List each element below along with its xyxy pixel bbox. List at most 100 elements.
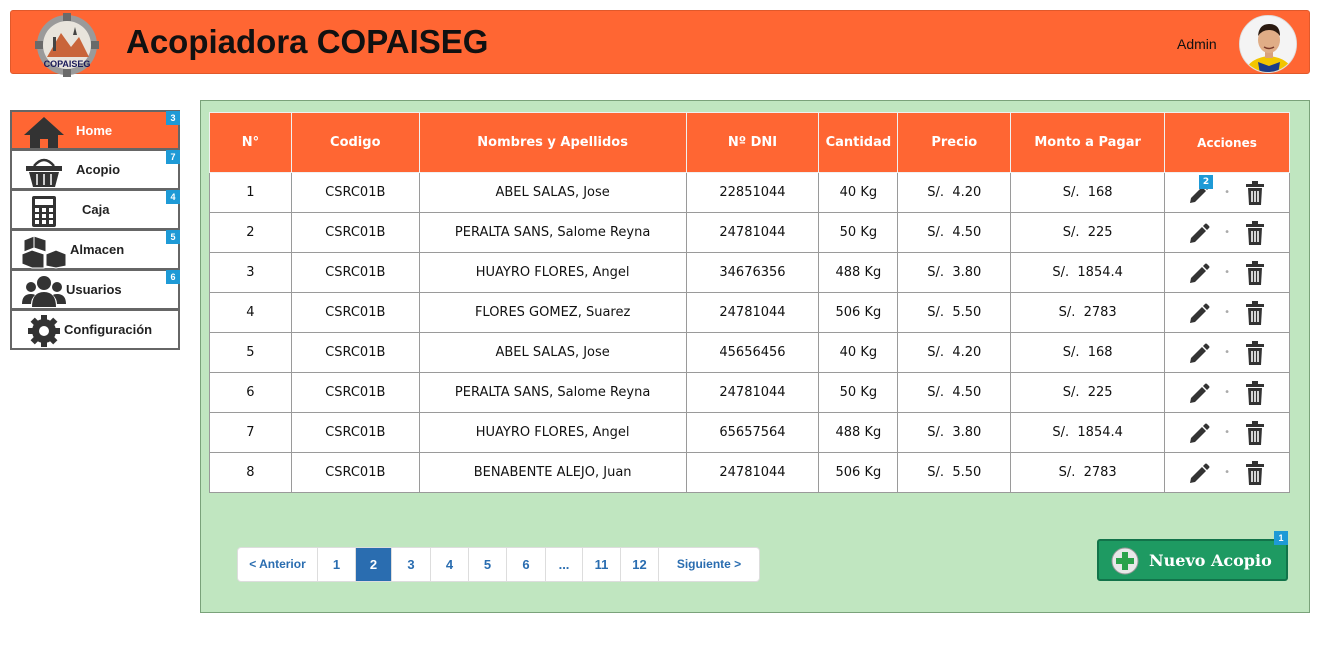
row-cantidad: 506 Kg — [818, 292, 899, 333]
sidebar-item-usuarios[interactable]: Usuarios 6 — [10, 270, 180, 310]
prev-page-button[interactable]: < Anterior — [238, 548, 318, 581]
company-logo: COPAISEG — [33, 13, 101, 77]
row-dni: 34676356 — [685, 252, 820, 293]
page-button-current[interactable]: 2 — [356, 548, 392, 581]
sidebar-nav: Home 3 Acopio 7 Caja 4 Almacen 5 Usuario… — [10, 110, 180, 350]
page-button[interactable]: 12 — [621, 548, 659, 581]
row-dni: 24781044 — [685, 292, 820, 333]
page-button[interactable]: 5 — [469, 548, 507, 581]
notification-badge: 7 — [166, 150, 180, 164]
column-header[interactable]: Monto a Pagar — [1010, 112, 1166, 173]
row-dni: 22851044 — [685, 172, 820, 213]
logo-text: COPAISEG — [44, 59, 91, 69]
trash-icon[interactable] — [1244, 180, 1266, 205]
table-row[interactable]: 3 CSRC01B HUAYRO FLORES, Angel 34676356 488 … — [209, 252, 1290, 293]
column-header[interactable]: Codigo — [290, 112, 420, 173]
page-button[interactable]: 3 — [392, 548, 431, 581]
column-header[interactable]: N° — [209, 112, 292, 173]
trash-icon[interactable] — [1244, 340, 1266, 365]
row-dni: 65657564 — [685, 412, 820, 453]
table-row[interactable]: 7 CSRC01B HUAYRO FLORES, Angel 65657564 488 … — [209, 412, 1290, 453]
page-button[interactable]: 1 — [318, 548, 356, 581]
row-monto: S/. 2783 — [1010, 292, 1166, 333]
user-name[interactable]: Admin — [1177, 36, 1217, 52]
row-dni: 45656456 — [685, 332, 820, 373]
trash-icon[interactable] — [1244, 300, 1266, 325]
separator-dot: • — [1224, 187, 1230, 198]
row-nombre: ABEL SALAS, Jose — [418, 172, 687, 213]
row-precio: S/. 3.80 — [897, 252, 1012, 293]
table-row[interactable]: 5 CSRC01B ABEL SALAS, Jose 45656456 40 Kg S/.… — [209, 332, 1290, 373]
separator-dot: • — [1224, 387, 1230, 398]
page-button[interactable]: 6 — [507, 548, 546, 581]
row-nombre: HUAYRO FLORES, Angel — [418, 412, 687, 453]
column-header[interactable]: Precio — [897, 112, 1012, 173]
row-monto: S/. 168 — [1010, 332, 1166, 373]
app-title: Acopiadora COPAISEG — [126, 23, 489, 60]
table-row[interactable]: 8 CSRC01B BENABENTE ALEJO, Juan 24781044 506… — [209, 452, 1290, 493]
row-codigo: CSRC01B — [290, 252, 420, 293]
row-monto: S/. 168 — [1010, 172, 1166, 213]
row-codigo: CSRC01B — [290, 452, 420, 493]
trash-icon[interactable] — [1244, 460, 1266, 485]
sidebar-item-acopio[interactable]: Acopio 7 — [10, 150, 180, 190]
row-dni: 24781044 — [685, 452, 820, 493]
row-monto: S/. 2783 — [1010, 452, 1166, 493]
row-monto: S/. 1854.4 — [1010, 412, 1166, 453]
table-row[interactable]: 1 CSRC01B ABEL SALAS, Jose 22851044 40 Kg S/.… — [209, 172, 1290, 213]
edit-icon[interactable] — [1188, 381, 1210, 405]
table-row[interactable]: 6 CSRC01B PERALTA SANS, Salome Reyna 247810… — [209, 372, 1290, 413]
table-row[interactable]: 2 CSRC01B PERALTA SANS, Salome Reyna 247810… — [209, 212, 1290, 253]
new-acopio-button[interactable]: Nuevo Acopio 1 — [1097, 531, 1288, 581]
row-monto: S/. 225 — [1010, 372, 1166, 413]
row-actions: • — [1164, 332, 1290, 373]
row-nombre: PERALTA SANS, Salome Reyna — [418, 372, 687, 413]
separator-dot: • — [1224, 227, 1230, 238]
sidebar-item-label: Almacen — [70, 242, 125, 257]
page-button[interactable]: 11 — [583, 548, 621, 581]
trash-icon[interactable] — [1244, 420, 1266, 445]
edit-icon[interactable] — [1188, 301, 1210, 325]
sidebar-item-almacen[interactable]: Almacen 5 — [10, 230, 180, 270]
separator-dot: • — [1224, 427, 1230, 438]
edit-icon[interactable] — [1188, 221, 1210, 245]
row-actions: • — [1164, 252, 1290, 293]
sidebar-item-configuracion[interactable]: Configuración — [10, 310, 180, 350]
column-header[interactable]: Nº DNI — [685, 112, 820, 173]
sidebar-item-caja[interactable]: Caja 4 — [10, 190, 180, 230]
user-avatar[interactable] — [1239, 15, 1297, 73]
edit-icon[interactable] — [1188, 421, 1210, 445]
separator-dot: • — [1224, 307, 1230, 318]
edit-icon[interactable] — [1188, 261, 1210, 285]
sidebar-item-label: Home — [76, 123, 113, 138]
separator-dot: • — [1224, 467, 1230, 478]
row-cantidad: 50 Kg — [818, 212, 899, 253]
row-cantidad: 506 Kg — [818, 452, 899, 493]
column-header: Acciones — [1164, 112, 1290, 173]
edit-icon[interactable] — [1188, 461, 1210, 485]
trash-icon[interactable] — [1244, 260, 1266, 285]
row-codigo: CSRC01B — [290, 332, 420, 373]
trash-icon[interactable] — [1244, 380, 1266, 405]
row-precio: S/. 5.50 — [897, 452, 1012, 493]
row-cantidad: 488 Kg — [818, 252, 899, 293]
table-row[interactable]: 4 CSRC01B FLORES GOMEZ, Suarez 24781044 506 … — [209, 292, 1290, 333]
row-number: 3 — [209, 252, 292, 293]
edit-icon[interactable] — [1188, 341, 1210, 365]
sidebar-item-label: Caja — [82, 202, 110, 217]
row-precio: S/. 5.50 — [897, 292, 1012, 333]
sidebar-item-home[interactable]: Home 3 — [10, 110, 180, 150]
notification-badge: 2 — [1199, 175, 1214, 189]
row-codigo: CSRC01B — [290, 212, 420, 253]
next-page-button[interactable]: Siguiente > — [659, 548, 759, 581]
column-header[interactable]: Cantidad — [818, 112, 899, 173]
column-header[interactable]: Nombres y Apellidos — [418, 112, 687, 173]
row-number: 4 — [209, 292, 292, 333]
row-number: 7 — [209, 412, 292, 453]
trash-icon[interactable] — [1244, 220, 1266, 245]
notification-badge: 6 — [166, 270, 180, 284]
row-dni: 24781044 — [685, 372, 820, 413]
notification-badge: 5 — [166, 230, 180, 244]
page-button[interactable]: 4 — [431, 548, 469, 581]
app-header: COPAISEG Acopiadora COPAISEG Admin — [10, 10, 1310, 77]
